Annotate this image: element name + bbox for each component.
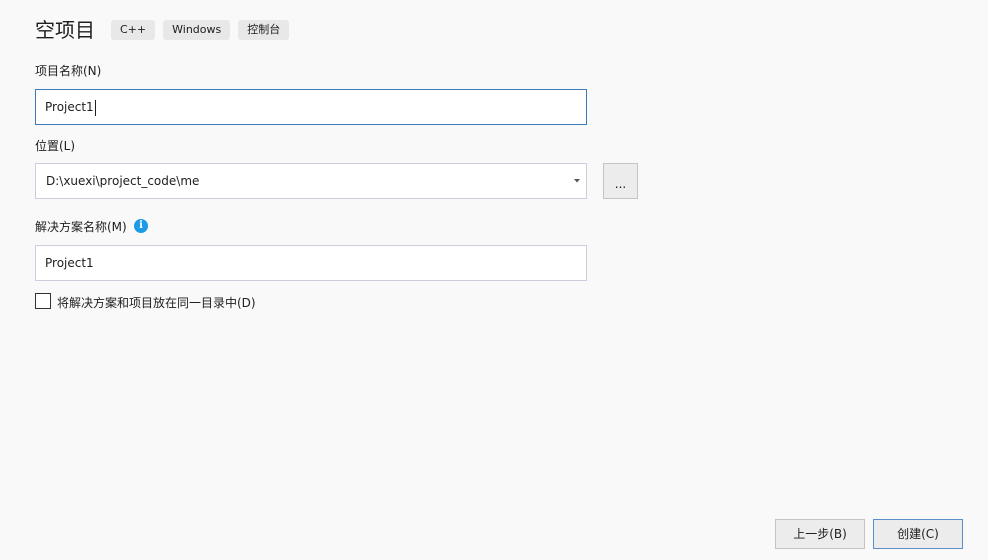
location-combobox[interactable]: D:\xuexi\project_code\me <box>35 163 587 199</box>
info-icon[interactable]: i <box>134 219 148 233</box>
project-name-input[interactable]: Project1 <box>35 89 587 125</box>
tag-platform: Windows <box>163 20 231 40</box>
location-value: D:\xuexi\project_code\me <box>46 174 200 188</box>
new-project-dialog: 空项目 C++ Windows 控制台 项目名称(N) Project1 位置(… <box>0 0 988 560</box>
same-directory-label[interactable]: 将解决方案和项目放在同一目录中(D) <box>57 295 256 311</box>
browse-button[interactable]: ... <box>603 163 638 199</box>
text-caret <box>94 99 96 116</box>
project-name-label: 项目名称(N) <box>35 64 102 78</box>
solution-name-input[interactable]: Project1 <box>35 245 587 281</box>
solution-name-value: Project1 <box>45 256 94 270</box>
tag-language: C++ <box>111 20 156 40</box>
tag-project-type: 控制台 <box>238 20 290 40</box>
back-button[interactable]: 上一步(B) <box>775 519 865 549</box>
chevron-down-icon[interactable] <box>572 164 582 198</box>
location-label: 位置(L) <box>35 139 76 153</box>
solution-name-label: 解决方案名称(M) <box>35 220 127 234</box>
page-title: 空项目 <box>35 18 95 42</box>
same-directory-checkbox[interactable] <box>35 293 51 309</box>
create-button[interactable]: 创建(C) <box>873 519 963 549</box>
project-name-value: Project1 <box>45 100 94 114</box>
header: 空项目 C++ Windows 控制台 <box>35 15 297 45</box>
